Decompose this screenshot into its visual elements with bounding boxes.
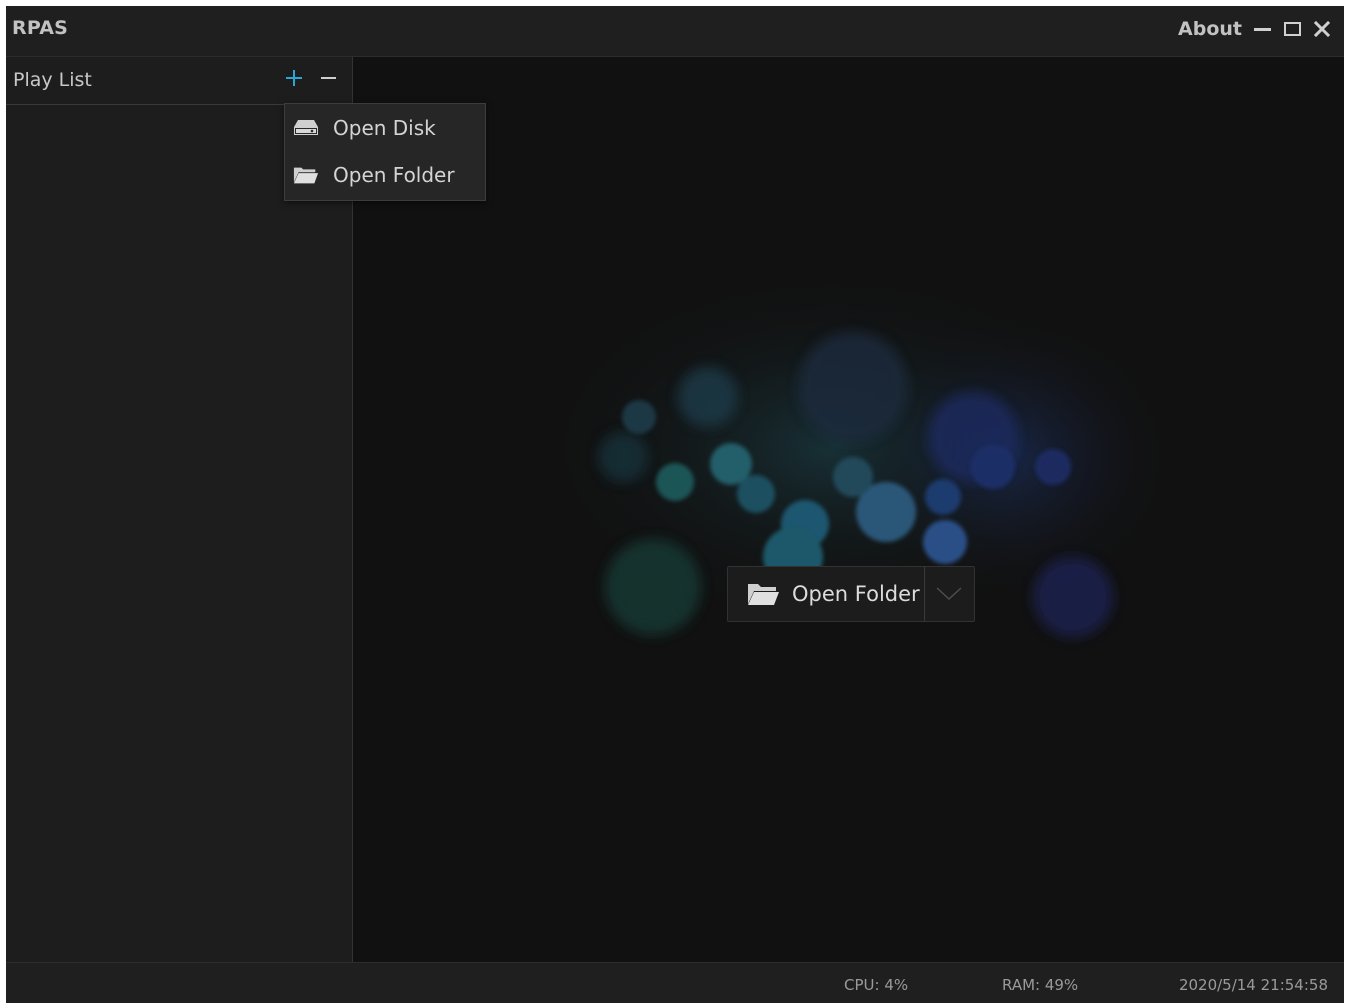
- playlist-title: Play List: [13, 69, 92, 91]
- open-folder-label: Open Folder: [792, 582, 920, 606]
- folder-icon: [746, 582, 780, 606]
- datetime: 2020/5/14 21:54:58: [1178, 976, 1328, 994]
- menu-item-open-folder[interactable]: Open Folder: [285, 152, 485, 198]
- menu-item-open-disk[interactable]: Open Disk: [285, 105, 485, 151]
- ram-usage: RAM: 49%: [1002, 976, 1079, 994]
- app-title: RPAS: [12, 17, 69, 39]
- main-view: Open Folder: [353, 57, 1344, 962]
- disk-icon: [293, 118, 319, 138]
- minimize-icon: [1253, 27, 1271, 31]
- add-menu: Open Disk Open Folder: [284, 103, 486, 201]
- folder-icon: [293, 165, 319, 185]
- maximize-icon: [1283, 22, 1301, 36]
- close-icon: [1314, 21, 1330, 37]
- menu-item-label: Open Folder: [333, 163, 455, 187]
- menu-item-label: Open Disk: [333, 116, 436, 140]
- maximize-button[interactable]: [1282, 17, 1302, 41]
- status-bar: CPU: 4% RAM: 49% 2020/5/14 21:54:58: [6, 962, 1344, 1003]
- playlist-header: Play List: [6, 57, 352, 105]
- playlist-items[interactable]: [6, 105, 352, 962]
- window-controls: About: [1178, 14, 1332, 44]
- remove-button[interactable]: [317, 65, 339, 91]
- minus-icon: [320, 77, 336, 79]
- title-bar[interactable]: RPAS About: [6, 6, 1344, 57]
- open-folder-split-button: Open Folder: [727, 566, 975, 622]
- minimize-button[interactable]: [1252, 17, 1272, 41]
- app-window: RPAS About Play List Open Folder Open Di…: [6, 6, 1344, 1003]
- open-folder-dropdown-button[interactable]: [925, 567, 973, 621]
- chevron-down-icon: [936, 587, 962, 601]
- open-folder-button[interactable]: Open Folder: [728, 567, 924, 621]
- cpu-usage: CPU: 4%: [844, 976, 909, 994]
- about-link[interactable]: About: [1178, 18, 1242, 40]
- plus-icon: [286, 70, 302, 86]
- add-button[interactable]: [283, 65, 305, 91]
- close-button[interactable]: [1312, 17, 1332, 41]
- bokeh-background: [533, 267, 1183, 637]
